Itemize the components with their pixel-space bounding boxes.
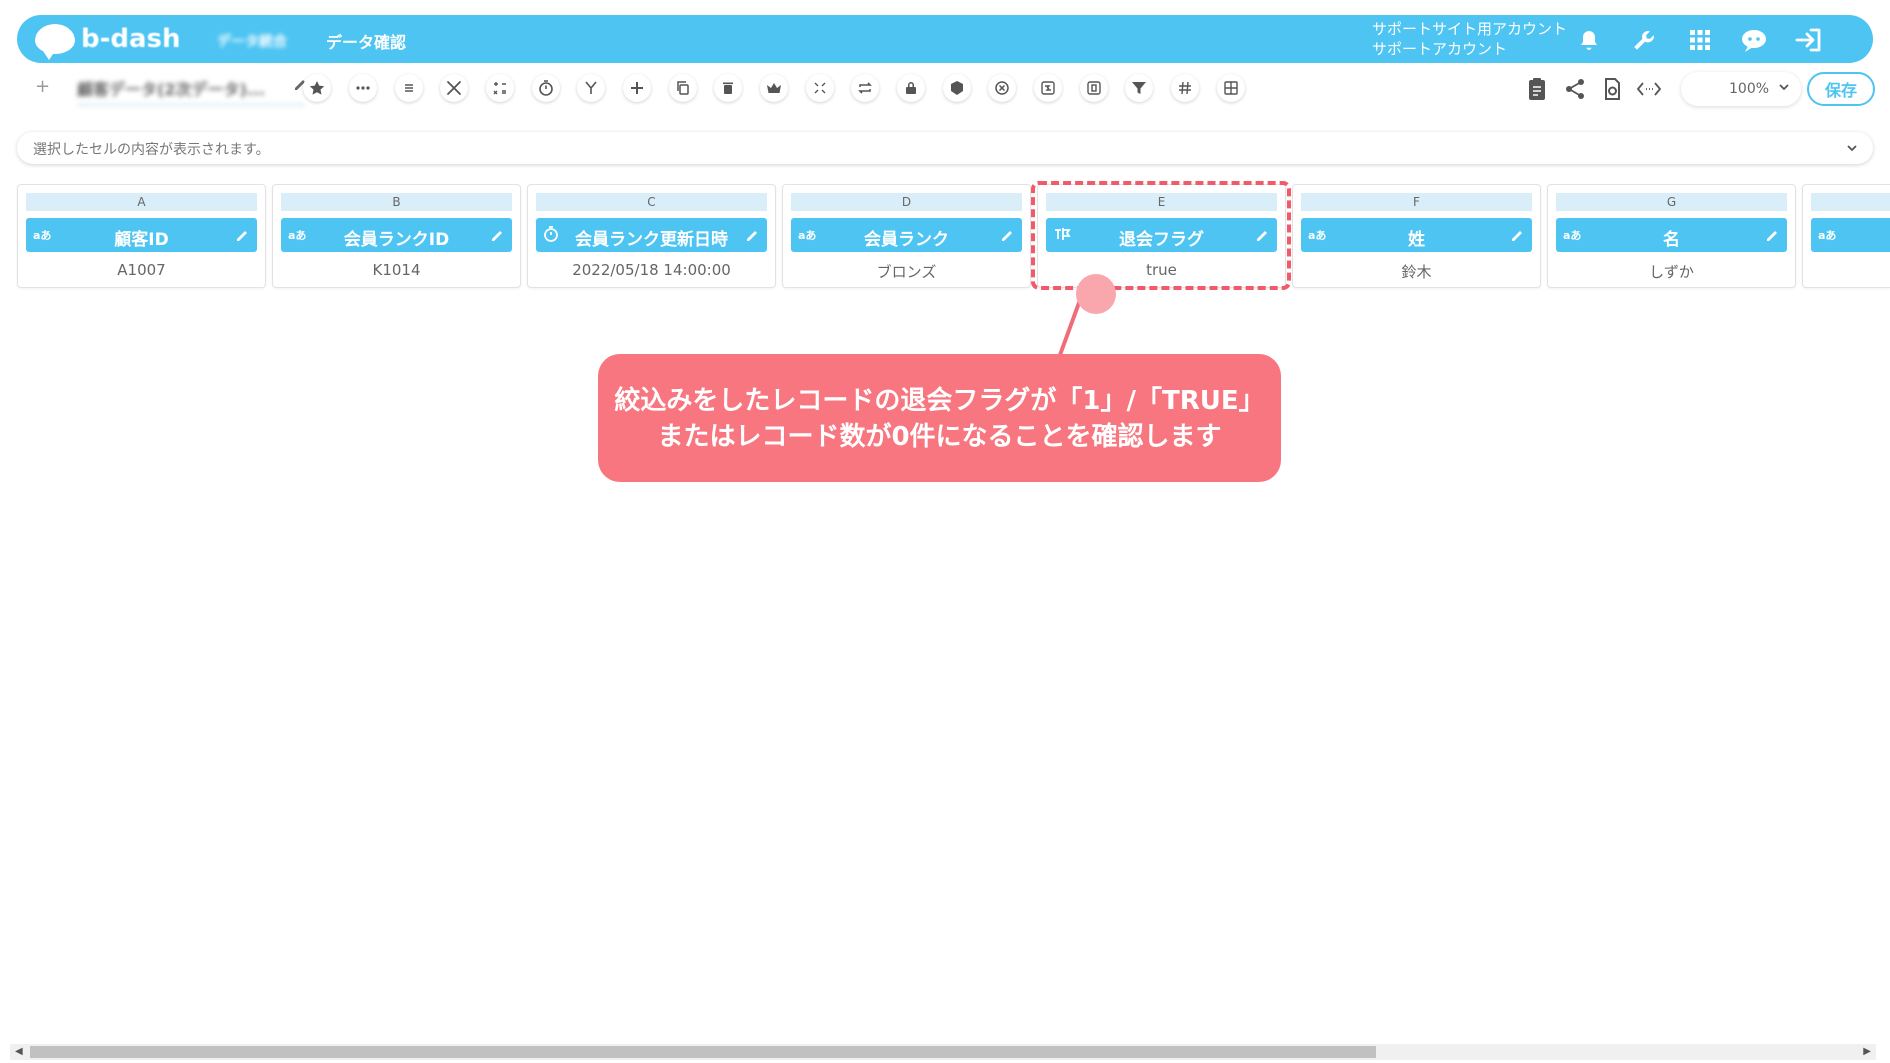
app-header: b-dash データ統合 データ確認 サポートサイト用アカウント サポートアカウ… [17, 15, 1873, 63]
more-icon[interactable] [349, 74, 377, 102]
cell-value[interactable]: A1007 [18, 261, 265, 279]
scroll-left-icon[interactable]: ◀ [15, 1046, 23, 1057]
cell-value[interactable]: ブロンズ [783, 261, 1030, 282]
transform-icon[interactable] [1034, 74, 1062, 102]
column-header[interactable]: aあ [1811, 218, 1890, 252]
list-icon[interactable] [395, 74, 423, 102]
logo-bubble-icon [35, 24, 75, 60]
callout-line-1: 絞込みをしたレコードの退会フラグが「1」/「TRUE」 [614, 386, 1265, 416]
column-name: 会員ランク [864, 230, 949, 250]
chevron-down-icon[interactable] [1845, 140, 1859, 159]
column-name: 顧客ID [114, 230, 169, 250]
merge-icon[interactable] [577, 74, 605, 102]
column-card-b[interactable]: B aあ 会員ランクID K1014 [272, 184, 521, 288]
trash-icon[interactable] [714, 74, 742, 102]
chat-bot-icon[interactable] [1737, 23, 1771, 57]
scroll-right-icon[interactable]: ▶ [1863, 1046, 1871, 1057]
cell-value[interactable]: しずか [1548, 261, 1795, 282]
back-button[interactable]: + [35, 76, 50, 97]
pencil-icon[interactable] [1511, 227, 1525, 246]
pencil-icon[interactable] [236, 227, 250, 246]
column-header[interactable]: 会員ランク更新日時 [536, 218, 767, 252]
column-name: 姓 [1408, 230, 1425, 250]
box-icon[interactable] [943, 74, 971, 102]
highlight-frame [1031, 181, 1291, 290]
account-line-1: サポートサイト用アカウント [1372, 20, 1568, 38]
repeat-icon[interactable] [851, 74, 879, 102]
copy-icon[interactable] [669, 74, 697, 102]
callout-line-2: またはレコード数が0件になることを確認します [657, 422, 1222, 452]
lock-icon[interactable] [897, 74, 925, 102]
column-letter: D [791, 193, 1022, 211]
code-icon[interactable] [1634, 74, 1664, 104]
grid-apps-icon[interactable] [1683, 23, 1717, 57]
bdash-logo[interactable]: b-dash [35, 21, 181, 60]
clipboard-icon[interactable] [1522, 74, 1552, 104]
zoom-value: 100% [1729, 81, 1770, 97]
bell-icon[interactable] [1572, 23, 1606, 57]
cell-value[interactable]: 鈴木 [1293, 261, 1540, 282]
cell-value[interactable]: 2022/05/18 14:00:00 [528, 261, 775, 279]
cell-content-placeholder: 選択したセルの内容が表示されます。 [33, 142, 270, 158]
column-card-h[interactable]: aあ [1802, 184, 1890, 288]
logo-text: b-dash [81, 24, 181, 54]
pencil-icon[interactable] [746, 227, 760, 246]
logout-icon[interactable] [1792, 23, 1826, 57]
text-type-icon: aあ [1818, 229, 1837, 242]
column-card-g[interactable]: G aあ 名 しずか [1547, 184, 1796, 288]
column-card-d[interactable]: D aあ 会員ランク ブロンズ [782, 184, 1031, 288]
timer-icon[interactable] [532, 74, 560, 102]
page-title: データ確認 [326, 33, 407, 52]
wrench-icon[interactable] [1627, 23, 1661, 57]
column-letter: C [536, 193, 767, 211]
column-name: 名 [1663, 230, 1680, 250]
tools-icon[interactable] [440, 74, 468, 102]
column-name: 会員ランクID [343, 230, 450, 250]
cell-value[interactable]: K1014 [273, 261, 520, 279]
chevron-down-icon [1777, 80, 1791, 98]
account-line-2: サポートアカウント [1372, 40, 1508, 58]
column-header[interactable]: aあ 姓 [1301, 218, 1532, 252]
star-icon[interactable] [303, 74, 331, 102]
crown-icon[interactable] [760, 74, 788, 102]
column-letter [1811, 193, 1890, 211]
column-letter: A [26, 193, 257, 211]
refresh-doc-icon[interactable] [1597, 74, 1627, 104]
share-icon[interactable] [1560, 74, 1590, 104]
save-button[interactable]: 保存 [1807, 72, 1875, 106]
add-icon[interactable] [623, 74, 651, 102]
horizontal-scrollbar[interactable]: ◀ ▶ [10, 1044, 1876, 1060]
filter-icon[interactable] [1125, 74, 1153, 102]
callout-leader-line [1058, 299, 1082, 356]
pencil-icon[interactable] [491, 227, 505, 246]
nav-blurred[interactable]: データ統合 [217, 31, 287, 51]
column-header[interactable]: aあ 会員ランクID [281, 218, 512, 252]
column-name: 会員ランク更新日時 [575, 230, 728, 250]
expand-icon[interactable] [806, 74, 834, 102]
column-card-a[interactable]: A aあ 顧客ID A1007 [17, 184, 266, 288]
column-header[interactable]: aあ 名 [1556, 218, 1787, 252]
frame-icon[interactable] [1080, 74, 1108, 102]
column-letter: B [281, 193, 512, 211]
calc-icon[interactable] [486, 74, 514, 102]
column-letter: F [1301, 193, 1532, 211]
zoom-select[interactable]: 100% [1681, 72, 1801, 106]
scrollbar-thumb[interactable] [30, 1046, 1376, 1058]
pencil-icon[interactable] [1766, 227, 1780, 246]
data-name-field[interactable]: 顧客データ(2次データ)... [77, 76, 305, 106]
cancel-icon[interactable] [988, 74, 1016, 102]
column-header[interactable]: aあ 会員ランク [791, 218, 1022, 252]
cell-content-bar[interactable]: 選択したセルの内容が表示されます。 [17, 132, 1873, 164]
pencil-icon[interactable] [1001, 227, 1015, 246]
account-info[interactable]: サポートサイト用アカウント サポートアカウント [1372, 19, 1567, 59]
column-card-c[interactable]: C 会員ランク更新日時 2022/05/18 14:00:00 [527, 184, 776, 288]
hash-icon[interactable] [1171, 74, 1199, 102]
callout-anchor-dot [1076, 274, 1116, 314]
callout-box: 絞込みをしたレコードの退会フラグが「1」/「TRUE」 またはレコード数が0件に… [598, 354, 1281, 482]
toolbar: + 顧客データ(2次データ)... 100% 保存 [17, 70, 1875, 110]
table-icon[interactable] [1217, 74, 1245, 102]
column-card-f[interactable]: F aあ 姓 鈴木 [1292, 184, 1541, 288]
column-letter: G [1556, 193, 1787, 211]
column-header[interactable]: aあ 顧客ID [26, 218, 257, 252]
